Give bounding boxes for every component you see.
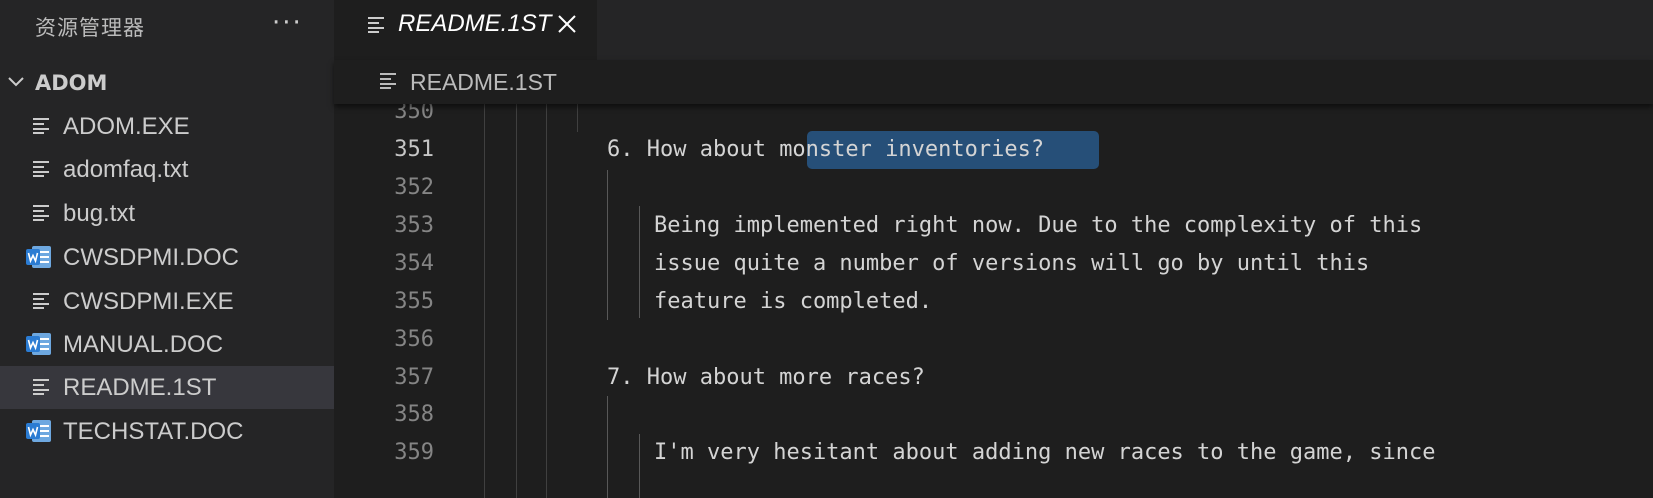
indent-guide	[639, 434, 640, 498]
file-name: bug.txt	[63, 200, 136, 227]
line-number: 357	[394, 365, 434, 390]
code-line: issue quite a number of versions will go…	[654, 251, 1370, 276]
file-name: CWSDPMI.EXE	[63, 288, 234, 315]
text-file-icon	[380, 73, 396, 89]
chevron-down-icon	[8, 77, 24, 87]
file-item-cwsdpmi-exe[interactable]: CWSDPMI.EXE	[0, 280, 334, 323]
file-name: adomfaq.txt	[63, 156, 189, 183]
indent-guide	[484, 104, 485, 498]
indent-guide	[639, 206, 640, 318]
tab-title: README.1ST	[398, 10, 552, 37]
text-file-icon	[33, 379, 49, 395]
code-line: Being implemented right now. Due to the …	[654, 213, 1423, 238]
line-number: 355	[394, 289, 434, 314]
tab-bar: README.1ST	[334, 0, 1653, 60]
file-name: TECHSTAT.DOC	[63, 418, 244, 445]
code-editor[interactable]: 350 351 352 353 354 355 356 357 358 359 …	[334, 104, 1653, 498]
line-number: 354	[394, 251, 434, 276]
line-number: 356	[394, 327, 434, 352]
more-actions-button[interactable]: ···	[272, 8, 303, 38]
indent-guide	[607, 396, 608, 498]
line-number: 351	[394, 137, 434, 162]
selected-text: monster inventories	[779, 137, 1031, 162]
line-number: 358	[394, 402, 434, 427]
word-document-icon	[26, 246, 51, 268]
code-line: 6. How about monster inventories?	[607, 137, 1044, 162]
folder-name: ADOM	[35, 71, 108, 95]
file-item-adomfaq-txt[interactable]: adomfaq.txt	[0, 148, 334, 191]
indent-guide	[607, 170, 608, 320]
indent-guide	[577, 104, 578, 132]
explorer-sidebar: 资源管理器 ··· ADOM ADOM.EXE adomfaq.txt bug.…	[0, 0, 334, 498]
file-name: MANUAL.DOC	[63, 331, 224, 358]
code-line: I'm very hesitant about adding new races…	[654, 440, 1436, 465]
text-file-icon	[33, 293, 49, 309]
file-name: README.1ST	[63, 374, 217, 401]
tab-readme-1st[interactable]: README.1ST	[334, 0, 597, 60]
breadcrumb: README.1ST	[334, 60, 1653, 104]
file-item-adom-exe[interactable]: ADOM.EXE	[0, 105, 334, 148]
line-number: 353	[394, 213, 434, 238]
explorer-title: 资源管理器	[35, 16, 145, 40]
folder-root-adom[interactable]: ADOM	[0, 62, 334, 102]
file-name: ADOM.EXE	[63, 113, 190, 140]
file-item-cwsdpmi-doc[interactable]: CWSDPMI.DOC	[0, 236, 334, 279]
line-number: 359	[394, 440, 434, 465]
code-text: 6. How about	[607, 137, 780, 162]
text-file-icon	[33, 205, 49, 221]
line-number: 350	[394, 104, 434, 124]
indent-guide	[546, 104, 547, 498]
code-line: feature is completed.	[654, 289, 933, 314]
file-item-manual-doc[interactable]: MANUAL.DOC	[0, 323, 334, 366]
file-item-bug-txt[interactable]: bug.txt	[0, 192, 334, 235]
close-icon[interactable]	[556, 13, 578, 35]
word-document-icon	[26, 420, 51, 442]
line-number: 352	[394, 175, 434, 200]
file-item-readme-1st[interactable]: README.1ST	[0, 366, 334, 409]
code-line: 7. How about more races?	[607, 365, 925, 390]
file-item-techstat-doc[interactable]: TECHSTAT.DOC	[0, 410, 334, 453]
file-name: CWSDPMI.DOC	[63, 244, 239, 271]
text-file-icon	[33, 161, 49, 177]
text-file-icon	[368, 17, 384, 33]
text-file-icon	[33, 118, 49, 134]
breadcrumb-file[interactable]: README.1ST	[410, 69, 557, 96]
code-text: ?	[1030, 137, 1045, 162]
indent-guide	[516, 104, 517, 498]
word-document-icon	[26, 333, 51, 355]
